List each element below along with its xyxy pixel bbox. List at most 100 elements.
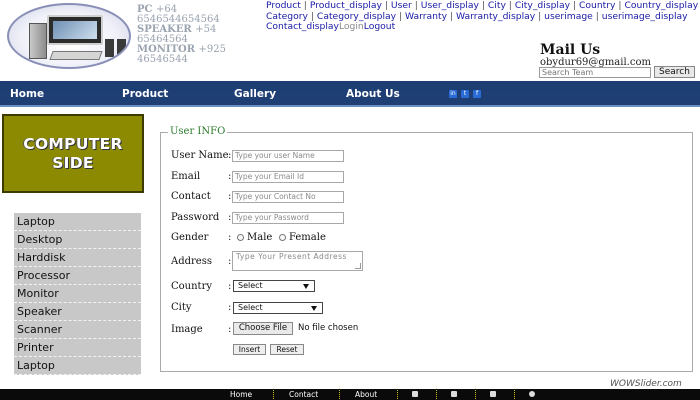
radio-female[interactable] [279, 234, 286, 241]
link-category-display[interactable]: Category_display [317, 11, 396, 22]
link-warranty-display[interactable]: Warranty_display [456, 11, 535, 22]
link-category[interactable]: Category [266, 11, 308, 22]
facebook-icon[interactable] [412, 391, 418, 397]
nav-about-us[interactable]: About Us [346, 88, 400, 100]
image-label: Image [171, 324, 203, 335]
category-item-processor[interactable]: Processor [14, 267, 141, 285]
link-userimage[interactable]: userimage [544, 11, 593, 22]
twitter-icon[interactable]: t [461, 90, 469, 98]
country-select-value: Select [238, 281, 263, 290]
city-colon: : [228, 302, 232, 313]
gender-option-male[interactable]: Male [237, 232, 272, 243]
country-colon: : [228, 281, 232, 292]
site-logo [7, 3, 131, 69]
brand-line-2: SIDE [52, 153, 94, 172]
link-city-display[interactable]: City_display [515, 0, 570, 11]
city-select[interactable]: Select [233, 302, 323, 314]
radio-male[interactable] [237, 234, 244, 241]
linkedin-icon[interactable]: in [449, 90, 457, 98]
link-user[interactable]: User [391, 0, 412, 11]
nav-home[interactable]: Home [10, 88, 44, 100]
link-product-display[interactable]: Product_display [310, 0, 382, 11]
image-colon: : [228, 324, 232, 335]
choose-file-button[interactable]: Choose File [233, 322, 293, 335]
insert-button[interactable]: Insert [233, 344, 266, 355]
footer-contact[interactable]: Contact [289, 390, 318, 399]
address-colon: : [228, 256, 232, 267]
footer-home[interactable]: Home [230, 390, 252, 399]
search-button[interactable]: Search [654, 66, 695, 78]
wowslider-watermark[interactable]: WOWSlider.com [610, 379, 682, 389]
link-country[interactable]: Country [579, 0, 616, 11]
nav-product[interactable]: Product [122, 88, 168, 100]
footer-divider [397, 390, 398, 399]
radio-male-label: Male [247, 232, 273, 243]
link-login[interactable]: Login [339, 21, 364, 32]
facebook-icon[interactable]: f [473, 90, 481, 98]
search-input[interactable] [539, 67, 651, 78]
username-input[interactable]: Type your user Name [232, 150, 344, 162]
brand-line-1: COMPUTER [23, 134, 123, 153]
link-city[interactable]: City [488, 0, 506, 11]
footer-divider [514, 390, 515, 399]
email-colon: : [228, 171, 232, 182]
chevron-down-icon [303, 284, 309, 289]
contact-colon: : [228, 191, 232, 202]
mail-us-title: Mail Us [540, 42, 601, 58]
address-textarea[interactable]: Type Your Present Address [232, 251, 363, 271]
contact-label: Contact [171, 191, 211, 202]
brand-text: COMPUTER SIDE [23, 135, 122, 173]
category-item-desktop[interactable]: Desktop [14, 231, 141, 249]
category-item-harddisk[interactable]: Harddisk [14, 249, 141, 267]
category-item-monitor[interactable]: Monitor [14, 285, 141, 303]
address-label: Address [171, 256, 212, 267]
computer-tower-graphic [29, 23, 47, 59]
contact-input[interactable]: Type your Contact No [232, 191, 344, 203]
file-status-text: No file chosen [298, 323, 359, 333]
twitter-icon[interactable] [451, 391, 457, 397]
category-item-laptop-2[interactable]: Laptop [14, 357, 141, 375]
username-colon: : [228, 150, 232, 161]
link-warranty[interactable]: Warranty [405, 11, 447, 22]
category-list: Laptop Desktop Harddisk Processor Monito… [14, 213, 141, 375]
link-contact-display[interactable]: Contact_display [266, 21, 339, 32]
reset-button[interactable]: Reset [270, 344, 304, 355]
category-item-scanner[interactable]: Scanner [14, 321, 141, 339]
password-input[interactable]: Type your Password [232, 212, 344, 224]
link-product[interactable]: Product [266, 0, 301, 11]
footer-divider [475, 390, 476, 399]
gender-colon: : [228, 232, 232, 243]
link-userimage-display[interactable]: userimage_display [602, 11, 688, 22]
password-colon: : [228, 212, 232, 223]
link-user-display[interactable]: User_display [421, 0, 479, 11]
gender-option-female[interactable]: Female [279, 232, 326, 243]
footer-divider [339, 390, 340, 399]
footer-about[interactable]: About [355, 390, 377, 399]
category-item-printer[interactable]: Printer [14, 339, 141, 357]
chat-icon[interactable] [529, 391, 535, 397]
country-select[interactable]: Select [233, 280, 315, 292]
link-logout[interactable]: Logout [364, 21, 395, 32]
admin-links: Product | Product_display | User | User_… [266, 0, 699, 32]
main-navbar: Home Product Gallery About Us in t f [0, 81, 700, 107]
category-item-speaker[interactable]: Speaker [14, 303, 141, 321]
link-country-display[interactable]: Country_display [624, 0, 698, 11]
speaker-graphic [105, 39, 114, 57]
city-label: City [171, 302, 192, 313]
footer-divider [273, 390, 274, 399]
speaker-graphic [117, 39, 126, 57]
contact-numbers: PC +64 6546544654564 SPEAKER +54 6546456… [137, 5, 255, 65]
brand-banner: COMPUTER SIDE [2, 114, 144, 193]
footer-divider [436, 390, 437, 399]
email-input[interactable]: Type your Email Id [232, 171, 344, 183]
password-label: Password [171, 212, 220, 223]
email-label: Email [171, 171, 201, 182]
chevron-down-icon [311, 306, 317, 311]
linkedin-icon[interactable] [490, 391, 496, 397]
user-info-legend: User INFO [168, 126, 228, 137]
city-select-value: Select [238, 303, 263, 312]
nav-gallery[interactable]: Gallery [234, 88, 276, 100]
keyboard-graphic [49, 51, 103, 60]
category-item-laptop[interactable]: Laptop [14, 213, 141, 231]
footer-bar: Home Contact About [0, 389, 700, 400]
